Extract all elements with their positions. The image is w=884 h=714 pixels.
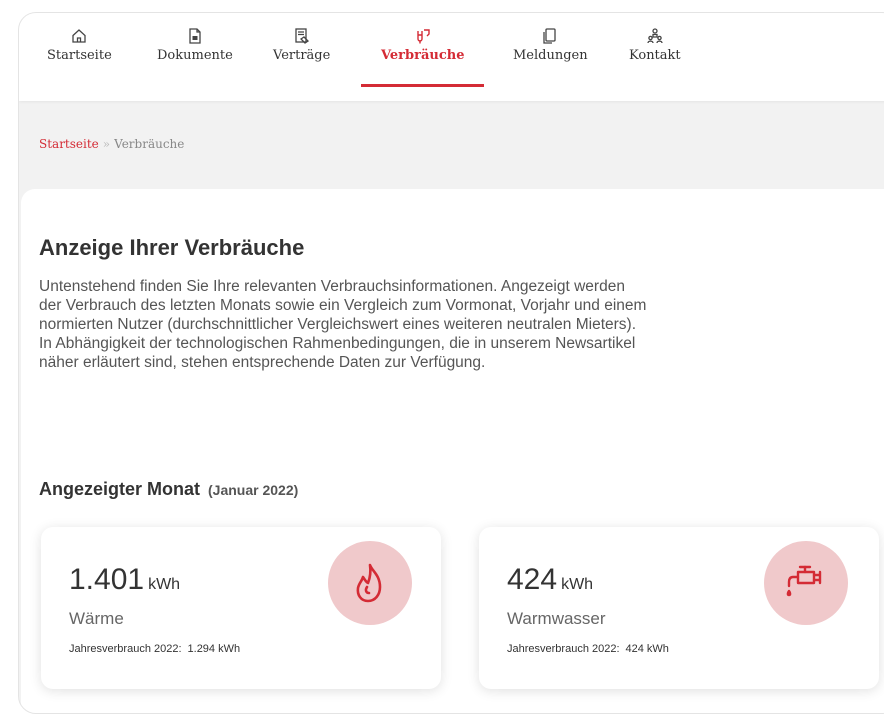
consumption-unit: kWh — [561, 576, 594, 593]
nav-item-startseite[interactable]: Startseite — [47, 27, 112, 101]
page-title: Anzeige Ihrer Verbräuche — [39, 235, 305, 260]
consumption-unit: kWh — [148, 576, 181, 593]
nav-label: Startseite — [47, 48, 112, 63]
nav-item-kontakt[interactable]: Kontakt — [629, 27, 681, 101]
nav-label: Dokumente — [157, 48, 233, 63]
nav-item-vertraege[interactable]: Verträge — [273, 27, 330, 101]
nav-label: Verträge — [273, 48, 331, 63]
breadcrumb-current: Verbräuche — [114, 137, 185, 151]
consumption-label: Warmwasser — [507, 609, 606, 628]
nav-item-meldungen[interactable]: Meldungen — [513, 27, 588, 101]
faucet-icon-circle — [764, 541, 848, 625]
consumption-value: 424 kWh — [507, 563, 593, 597]
nav-label: Kontakt — [629, 48, 681, 63]
flame-icon — [356, 563, 382, 603]
active-tab-indicator — [361, 84, 485, 87]
annual-consumption: Jahresverbrauch 2022: 1.294 kWh — [69, 643, 240, 655]
breadcrumb-home-link[interactable]: Startseite — [39, 137, 99, 151]
messages-icon — [543, 28, 556, 44]
breadcrumb: Startseite» Verbräuche — [39, 137, 184, 151]
app-frame: Startseite Dokumente Verträge Verbräuche… — [18, 12, 884, 714]
breadcrumb-separator: » — [102, 137, 111, 151]
consumption-icon — [417, 29, 430, 44]
intro-text: Untenstehend finden Sie Ihre relevanten … — [39, 278, 647, 371]
contact-icon — [647, 28, 663, 44]
faucet-icon — [786, 565, 822, 597]
nav-item-dokumente[interactable]: Dokumente — [157, 27, 233, 101]
month-heading: Angezeigter Monat (Januar 2022) — [39, 479, 298, 500]
top-navigation: Startseite Dokumente Verträge Verbräuche… — [19, 13, 884, 101]
annual-label: Jahresverbrauch 2022: — [507, 643, 620, 655]
consumption-number: 424 — [507, 563, 558, 596]
main-content-card: Anzeige Ihrer Verbräuche Untenstehend fi… — [21, 189, 884, 713]
consumption-card-warmwasser[interactable]: 424 kWh Warmwasser Jahresverbrauch 2022: 4… — [479, 527, 879, 689]
pdf-document-icon — [189, 28, 201, 44]
home-icon — [72, 29, 87, 43]
consumption-value: 1.401 kWh — [69, 563, 180, 597]
contract-icon — [295, 28, 309, 44]
consumption-card-waerme[interactable]: 1.401 kWh Wärme Jahresverbrauch 2022: 1.29… — [41, 527, 441, 689]
annual-label: Jahresverbrauch 2022: — [69, 643, 182, 655]
month-heading-label: Angezeigter Monat — [39, 479, 201, 499]
consumption-number: 1.401 — [69, 563, 145, 596]
consumption-label: Wärme — [69, 609, 124, 628]
month-value: (Januar 2022) — [208, 482, 299, 498]
nav-label: Verbräuche — [381, 48, 465, 63]
annual-value: 424 kWh — [625, 643, 669, 655]
annual-consumption: Jahresverbrauch 2022: 424 kWh — [507, 643, 669, 655]
nav-label: Meldungen — [513, 48, 588, 63]
annual-value: 1.294 kWh — [187, 643, 241, 655]
flame-icon-circle — [328, 541, 412, 625]
nav-item-verbraeuche[interactable]: Verbräuche — [361, 27, 485, 101]
